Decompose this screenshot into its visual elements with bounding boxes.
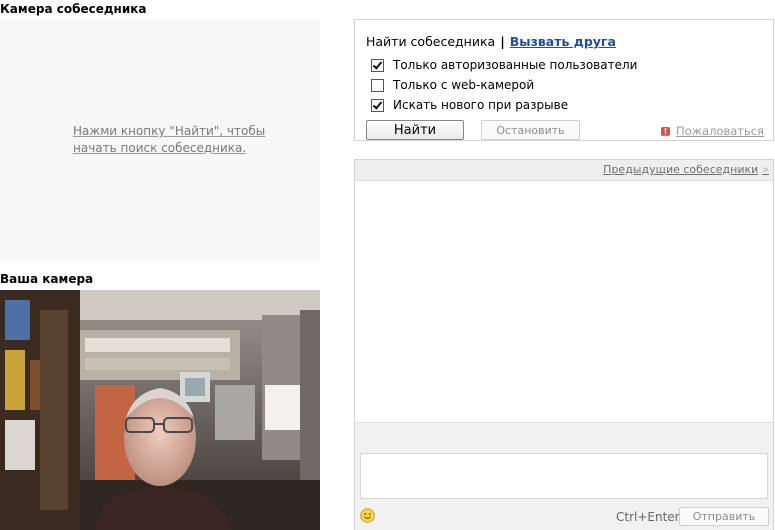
report-link[interactable]: ! Пожаловаться	[661, 124, 764, 138]
own-camera-title: Ваша камера	[0, 272, 94, 286]
previous-partners-label: Предыдущие собеседники	[603, 163, 759, 176]
webcam-only-label: Только с web-камерой	[393, 78, 535, 92]
previous-partners-link[interactable]: Предыдущие собеседники»	[603, 163, 769, 176]
search-new-checkbox[interactable]	[371, 98, 384, 112]
authorized-only-label: Только авторизованные пользователи	[393, 58, 638, 72]
authorized-only-checkbox[interactable]	[371, 58, 384, 72]
webcam-video-image	[0, 290, 320, 530]
find-button[interactable]: Найти	[366, 120, 464, 140]
smiley-icon[interactable]	[360, 508, 375, 523]
chat-messages-area[interactable]	[355, 181, 773, 421]
option-webcam-only[interactable]: Только с web-камерой	[371, 75, 637, 95]
own-camera-feed	[0, 290, 320, 530]
partner-hint-line-2: начать поиск собеседника.	[73, 141, 247, 155]
partner-camera-title: Камера собеседника	[0, 2, 147, 16]
partner-camera-area: Нажми кнопку "Найти", чтобы начать поиск…	[0, 19, 320, 260]
search-options: Только авторизованные пользователи Тольк…	[371, 55, 637, 115]
partner-hint-line-1: Нажми кнопку "Найти", чтобы	[73, 124, 266, 138]
chat-message-input[interactable]	[360, 453, 768, 499]
warning-icon: !	[661, 126, 670, 136]
find-partner-label: Найти собеседника	[366, 34, 496, 49]
search-new-label: Искать нового при разрыве	[393, 98, 569, 112]
partner-camera-hint: Нажми кнопку "Найти", чтобы начать поиск…	[73, 123, 273, 157]
chat-panel: Предыдущие собеседники» Ctrl+Enter Отпра…	[354, 159, 774, 530]
search-panel: Найти собеседника | Вызвать друга Только а…	[354, 19, 774, 141]
invite-friend-link[interactable]: Вызвать друга	[510, 34, 616, 49]
option-authorized-only[interactable]: Только авторизованные пользователи	[371, 55, 637, 75]
option-search-new-on-disconnect[interactable]: Искать нового при разрыве	[371, 95, 637, 115]
send-hotkey-hint: Ctrl+Enter	[616, 510, 680, 524]
video-chat-page: Камера собеседника Нажми кнопку "Найти",…	[0, 0, 775, 530]
webcam-only-checkbox[interactable]	[371, 78, 384, 92]
send-button[interactable]: Отправить	[679, 507, 769, 526]
double-chevron-right-icon: »	[762, 163, 769, 176]
header-separator: |	[500, 34, 505, 49]
chat-top-bar: Предыдущие собеседники»	[355, 160, 773, 181]
report-label: Пожаловаться	[676, 124, 765, 138]
search-panel-header: Найти собеседника | Вызвать друга	[366, 34, 616, 49]
chat-compose-area: Ctrl+Enter Отправить	[355, 422, 773, 530]
stop-button[interactable]: Остановить	[481, 120, 580, 140]
